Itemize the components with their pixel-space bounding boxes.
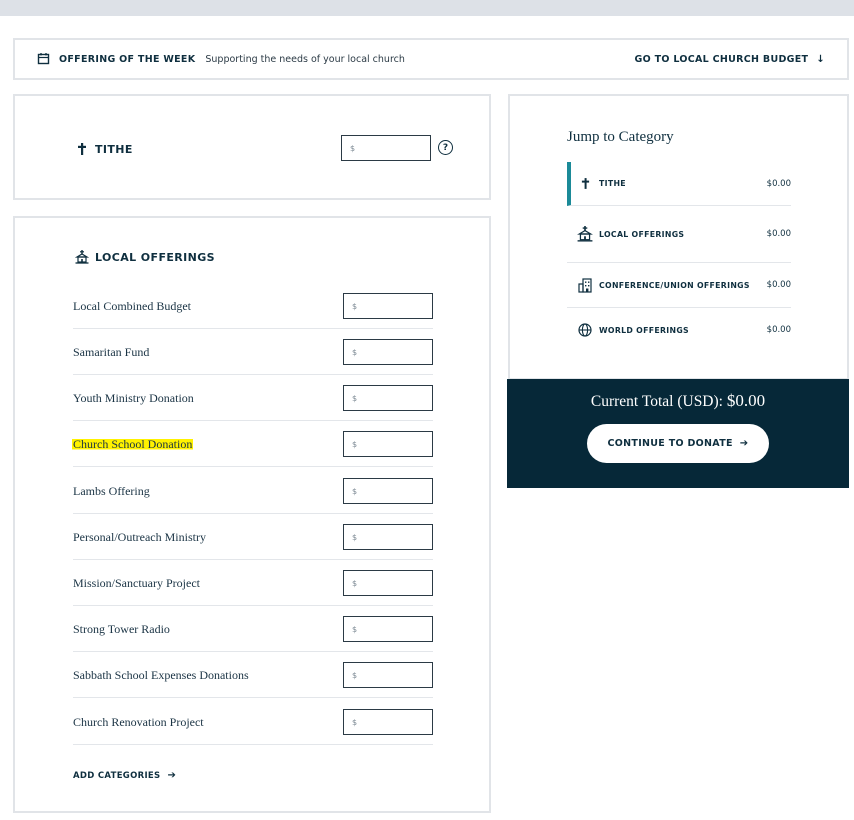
offering-label: Mission/Sanctuary Project [73, 575, 200, 590]
offering-row-church-renovation: Church Renovation Project [73, 699, 433, 745]
arrow-down-icon: ↓ [816, 53, 825, 65]
offering-label: Local Combined Budget [73, 298, 191, 313]
jump-item-value: $0.00 [766, 229, 791, 239]
go-to-budget-label: GO TO LOCAL CHURCH BUDGET [634, 53, 809, 65]
jump-item-value: $0.00 [766, 178, 791, 189]
cross-icon [577, 176, 593, 192]
offering-row-personal-outreach: Personal/Outreach Ministry [73, 514, 433, 560]
offering-row-strong-tower-radio: Strong Tower Radio [73, 606, 433, 652]
calendar-icon [37, 52, 51, 66]
local-offerings-panel: LOCAL OFFERINGS Local Combined Budget Sa… [13, 216, 491, 813]
church-renovation-input[interactable] [343, 709, 433, 735]
offering-label: Church Renovation Project [73, 714, 204, 729]
building-icon [577, 277, 593, 293]
offering-label: Lambs Offering [73, 483, 150, 498]
local-offerings-heading-label: LOCAL OFFERINGS [95, 250, 216, 264]
jump-item-local-offerings[interactable]: LOCAL OFFERINGS $0.00 [567, 206, 791, 263]
jump-item-conference-union[interactable]: CONFERENCE/UNION OFFERINGS $0.00 [567, 263, 791, 308]
jump-item-label: TITHE [599, 179, 626, 188]
continue-to-donate-label: CONTINUE TO DONATE [607, 438, 733, 449]
local-combined-budget-input[interactable] [343, 293, 433, 319]
arrow-right-icon: ➔ [739, 438, 749, 449]
globe-icon [577, 322, 593, 338]
strong-tower-radio-input[interactable] [343, 616, 433, 642]
current-total-box: Current Total (USD): $0.00 CONTINUE TO D… [507, 379, 849, 488]
jump-title: Jump to Category [567, 129, 674, 145]
mission-sanctuary-input[interactable] [343, 570, 433, 596]
church-icon [75, 250, 89, 264]
offering-label: Sabbath School Expenses Donations [73, 667, 249, 682]
offering-subtitle: Supporting the needs of your local churc… [205, 53, 405, 65]
sabbath-school-input[interactable] [343, 662, 433, 688]
tithe-panel: TITHE ? [13, 94, 491, 200]
offering-row-samaritan-fund: Samaritan Fund [73, 329, 433, 375]
offering-label: Personal/Outreach Ministry [73, 529, 206, 544]
current-total: Current Total (USD): $0.00 [507, 391, 849, 411]
jump-item-value: $0.00 [766, 280, 791, 290]
offering-row-youth-ministry: Youth Ministry Donation [73, 375, 433, 421]
continue-to-donate-button[interactable]: CONTINUE TO DONATE ➔ [587, 424, 769, 463]
offering-row-mission-sanctuary: Mission/Sanctuary Project [73, 560, 433, 606]
jump-item-label: CONFERENCE/UNION OFFERINGS [599, 280, 750, 290]
youth-ministry-input[interactable] [343, 385, 433, 411]
add-categories-label: ADD CATEGORIES [73, 770, 161, 781]
jump-item-tithe[interactable]: TITHE $0.00 [567, 162, 791, 206]
current-total-label: Current Total (USD): [590, 393, 723, 410]
top-bar [0, 0, 854, 16]
samaritan-fund-input[interactable] [343, 339, 433, 365]
tithe-amount-input[interactable] [341, 135, 431, 161]
offering-label-highlighted: Church School Donation [72, 437, 194, 451]
offering-label: Strong Tower Radio [73, 621, 170, 636]
offering-title: OFFERING OF THE WEEK [59, 53, 196, 65]
jump-item-world-offerings[interactable]: WORLD OFFERINGS $0.00 [567, 308, 791, 352]
tithe-heading-label: TITHE [95, 142, 133, 156]
jump-item-value: $0.00 [766, 325, 791, 335]
current-total-value: $0.00 [726, 391, 766, 410]
help-icon[interactable]: ? [438, 140, 453, 155]
jump-to-category-panel: Jump to Category TITHE $0.00 LOCAL OFFER… [508, 94, 849, 380]
local-offerings-heading: LOCAL OFFERINGS [75, 250, 215, 264]
church-icon [577, 226, 593, 242]
offering-row-sabbath-school: Sabbath School Expenses Donations [73, 652, 433, 698]
cross-icon [75, 142, 89, 156]
jump-item-label: WORLD OFFERINGS [599, 325, 689, 335]
offering-label: Samaritan Fund [73, 344, 150, 359]
offering-of-week-bar: OFFERING OF THE WEEK Supporting the need… [13, 38, 849, 80]
offering-label: Youth Ministry Donation [73, 390, 194, 405]
jump-item-label: LOCAL OFFERINGS [599, 229, 685, 239]
tithe-heading: TITHE [75, 142, 133, 156]
offering-row-church-school: Church School Donation [72, 421, 433, 467]
offering-row-local-combined-budget: Local Combined Budget [73, 283, 433, 329]
add-categories-link[interactable]: ADD CATEGORIES ➔ [73, 770, 176, 781]
arrow-right-icon: ➔ [167, 770, 177, 781]
church-school-input[interactable] [343, 431, 433, 457]
offering-row-lambs-offering: Lambs Offering [73, 468, 433, 514]
go-to-local-church-budget-link[interactable]: GO TO LOCAL CHURCH BUDGET ↓ [635, 54, 826, 65]
lambs-offering-input[interactable] [343, 478, 433, 504]
personal-outreach-input[interactable] [343, 524, 433, 550]
